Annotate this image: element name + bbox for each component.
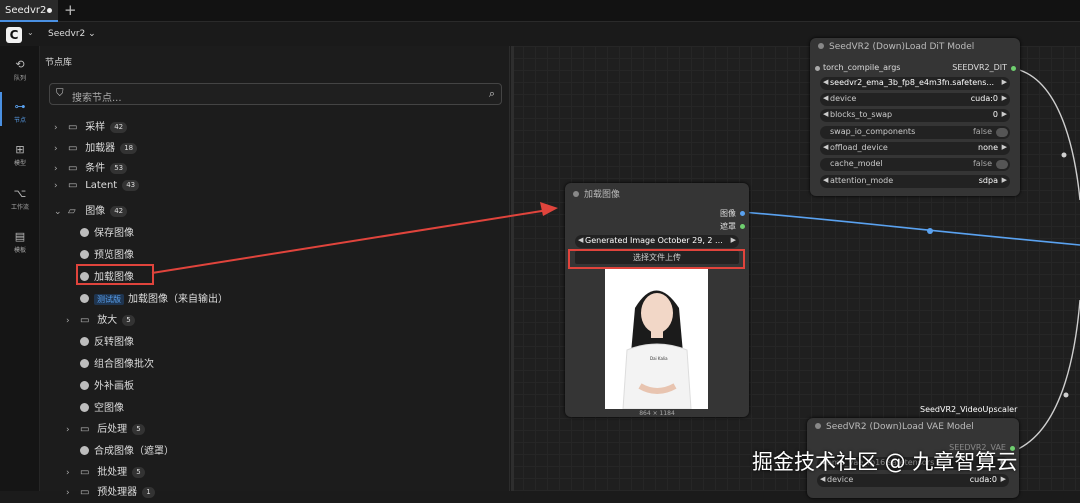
arrow-right-icon[interactable]: ▶: [1001, 475, 1006, 483]
collapse-dot-icon[interactable]: [815, 423, 821, 429]
arrow-left-icon[interactable]: ◀: [823, 110, 828, 118]
arrow-left-icon[interactable]: ◀: [823, 176, 828, 184]
swap-io-toggle[interactable]: swap_io_components false: [820, 126, 1010, 139]
output-mask-label: 遮罩: [720, 222, 736, 231]
link-midpoint-icon: [927, 228, 933, 234]
svg-text:Dai Kalia: Dai Kalia: [650, 356, 668, 361]
output-image-slot[interactable]: [740, 211, 745, 216]
arrow-right-icon[interactable]: ▶: [1002, 78, 1007, 86]
model-select[interactable]: ◀ seedvr2_ema_3b_fp8_e4m3fn.safetens... ▶: [820, 77, 1010, 90]
dit-loader-node[interactable]: SeedVR2 (Down)Load DiT Model torch_compi…: [810, 38, 1020, 196]
arrow-left-icon[interactable]: ◀: [823, 78, 828, 86]
arrow-right-icon[interactable]: ▶: [1002, 143, 1007, 151]
arrow-head-icon: [540, 202, 558, 216]
node-title: SeedVR2 (Down)Load DiT Model: [818, 42, 974, 52]
node-title: SeedVR2 (Down)Load VAE Model: [815, 422, 974, 432]
output-dit-label: SEEDVR2_DIT: [952, 63, 1007, 72]
collapse-dot-icon[interactable]: [573, 191, 579, 197]
offload-device-combo[interactable]: ◀ offload_device none ▶: [820, 142, 1010, 155]
vae-link-wire: [1015, 299, 1080, 451]
output-image-label: 图像: [720, 209, 736, 218]
input-torch-label: torch_compile_args: [823, 63, 901, 72]
input-torch-slot[interactable]: [815, 66, 820, 71]
arrow-left-icon[interactable]: ◀: [820, 475, 825, 483]
portrait-illustration: Dai Kalia: [622, 290, 692, 410]
toggle-switch[interactable]: [996, 160, 1008, 169]
arrow-left-icon[interactable]: ◀: [823, 94, 828, 102]
dit-link-wire: [1015, 68, 1080, 201]
output-dit-slot[interactable]: [1011, 66, 1016, 71]
arrow-right-icon[interactable]: ▶: [1002, 110, 1007, 118]
annotation-arrow: [151, 209, 549, 274]
arrow-right-icon[interactable]: ▶: [1002, 94, 1007, 102]
output-mask-slot[interactable]: [740, 224, 745, 229]
attention-mode-combo[interactable]: ◀ attention_mode sdpa ▶: [820, 175, 1010, 188]
arrow-left-icon[interactable]: ◀: [823, 143, 828, 151]
link-midpoint-icon: [1063, 392, 1069, 398]
arrow-left-icon[interactable]: ◀: [578, 236, 583, 244]
link-midpoint-icon: [1061, 152, 1067, 158]
upload-highlight-box: [568, 249, 745, 269]
cache-model-toggle[interactable]: cache_model false: [820, 158, 1010, 171]
arrow-right-icon[interactable]: ▶: [731, 236, 736, 244]
collapse-dot-icon[interactable]: [818, 43, 824, 49]
blocks-to-swap-combo[interactable]: ◀ blocks_to_swap 0 ▶: [820, 109, 1010, 122]
load-image-node[interactable]: 加载图像 图像 遮罩 ◀ Generated Image October 29,…: [565, 183, 749, 417]
image-preview: Dai Kalia: [605, 268, 708, 410]
toggle-switch[interactable]: [996, 128, 1008, 137]
arrow-right-icon[interactable]: ▶: [1002, 176, 1007, 184]
image-select[interactable]: ◀ Generated Image October 29, 2 ... ▶: [575, 235, 739, 248]
image-size-label: 864 × 1184: [639, 410, 675, 417]
upscaler-node-title: SeedVR2_VideoUpscaler: [920, 405, 1018, 414]
node-title: 加载图像: [573, 187, 620, 200]
device-combo[interactable]: ◀ device cuda:0 ▶: [820, 93, 1010, 106]
image-link-wire: [741, 211, 1080, 246]
watermark: 掘金技术社区 @ 九章智算云: [752, 450, 1018, 474]
